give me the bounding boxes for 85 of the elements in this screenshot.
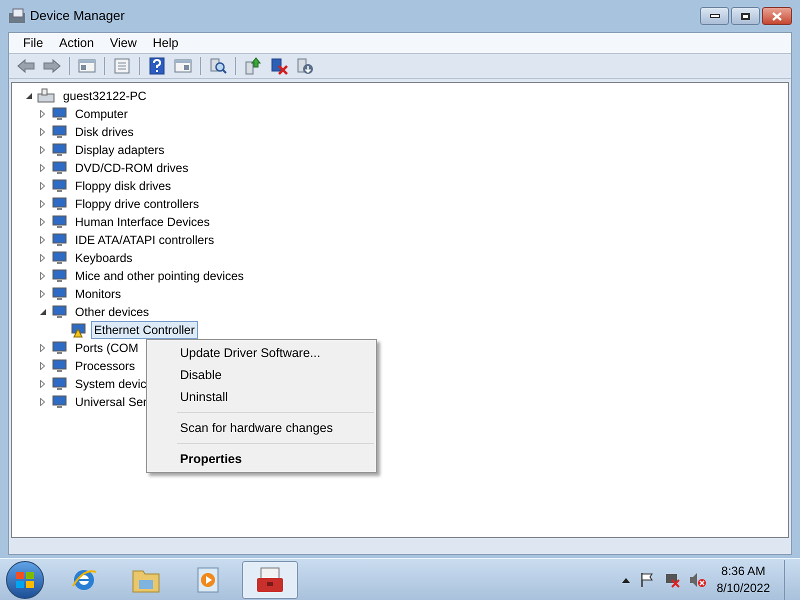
device-remove-icon (270, 57, 288, 75)
device-icon (50, 340, 68, 356)
minimize-button[interactable] (700, 7, 729, 25)
collapsed-arrow-icon[interactable] (40, 290, 45, 298)
context-menu-item[interactable]: Scan for hardware changes (147, 417, 376, 439)
maximize-button[interactable] (731, 7, 760, 25)
toolbox-icon (255, 566, 285, 594)
tree-item[interactable]: Ports (COM (72, 339, 142, 357)
tree-item[interactable]: Ethernet Controller (91, 321, 198, 339)
pane-icon (78, 58, 96, 74)
media-player-icon (195, 566, 221, 594)
device-icon (50, 196, 68, 212)
toolbox-icon (8, 8, 26, 24)
close-button[interactable] (762, 7, 792, 25)
tree-item[interactable]: Computer (72, 105, 131, 123)
window-title: Device Manager (30, 7, 125, 26)
collapsed-arrow-icon[interactable] (40, 272, 45, 280)
expanded-arrow-icon[interactable] (40, 309, 46, 315)
menu-item[interactable]: View (102, 34, 145, 52)
tree-item[interactable]: Processors (72, 357, 138, 375)
tree-item[interactable]: Display adapters (72, 141, 168, 159)
device-icon (50, 124, 68, 140)
tree-item[interactable]: Human Interface Devices (72, 213, 213, 231)
device-icon (50, 232, 68, 248)
tree-item[interactable]: Disk drives (72, 123, 137, 141)
device-icon (50, 286, 68, 302)
tree-item[interactable]: DVD/CD-ROM drives (72, 159, 192, 177)
collapsed-arrow-icon[interactable] (40, 146, 45, 154)
device-disable-icon (296, 57, 314, 75)
clock-date: 8/10/2022 (716, 580, 770, 596)
context-menu-item[interactable]: Update Driver Software... (147, 342, 376, 364)
collapsed-arrow-icon[interactable] (40, 362, 45, 370)
device-icon (50, 358, 68, 374)
device-icon (50, 250, 68, 266)
help-icon (149, 57, 165, 75)
tree-item[interactable]: System devic (72, 375, 150, 393)
device-icon (50, 160, 68, 176)
expanded-arrow-icon[interactable] (26, 93, 32, 99)
show-hidden-icons-icon[interactable] (620, 576, 631, 582)
device-icon (50, 178, 68, 194)
collapsed-arrow-icon[interactable] (40, 164, 45, 172)
tree-item[interactable]: Floppy disk drives (72, 177, 174, 195)
collapsed-arrow-icon[interactable] (40, 344, 45, 352)
collapsed-arrow-icon[interactable] (40, 380, 45, 388)
tree-item[interactable]: Mice and other pointing devices (72, 267, 247, 285)
flag-icon[interactable] (638, 572, 655, 588)
properties-icon (113, 58, 131, 74)
close-icon (772, 12, 782, 20)
tree-item[interactable]: Other devices (72, 303, 152, 321)
collapsed-arrow-icon[interactable] (40, 218, 45, 226)
speaker-muted-icon[interactable] (688, 572, 707, 588)
tree-item[interactable]: guest32122-PC (60, 87, 150, 105)
device-icon (50, 214, 68, 230)
menu-item[interactable]: Action (51, 34, 102, 52)
device-icon (50, 376, 68, 392)
context-menu-item[interactable]: Disable (147, 364, 376, 386)
device-icon (50, 394, 68, 410)
menu-item[interactable]: Help (144, 34, 186, 52)
tree-item[interactable]: IDE ATA/ATAPI controllers (72, 231, 218, 249)
start-button[interactable] (6, 560, 44, 598)
collapsed-arrow-icon[interactable] (40, 110, 45, 118)
collapsed-arrow-icon[interactable] (40, 398, 45, 406)
device-icon (50, 268, 68, 284)
computer-icon (36, 88, 56, 104)
device-icon (50, 142, 68, 158)
forward-arrow-icon (43, 58, 61, 74)
taskbar-button[interactable] (242, 560, 298, 598)
collapsed-arrow-icon[interactable] (40, 200, 45, 208)
windows-logo-icon (15, 570, 35, 588)
collapsed-arrow-icon[interactable] (40, 128, 45, 136)
tree-item[interactable]: Monitors (72, 285, 124, 303)
update-icon (244, 57, 262, 75)
menu-item[interactable]: File (15, 34, 52, 52)
tree-item[interactable]: Floppy drive controllers (72, 195, 202, 213)
collapsed-arrow-icon[interactable] (40, 254, 45, 262)
tree-item[interactable]: Keyboards (72, 249, 136, 267)
back-arrow-icon (17, 58, 35, 74)
scan-icon (209, 57, 227, 75)
device-icon (50, 304, 68, 320)
collapsed-arrow-icon[interactable] (40, 236, 45, 244)
device-icon (50, 106, 68, 122)
context-menu-item[interactable]: Properties (147, 448, 376, 470)
collapsed-arrow-icon[interactable] (40, 182, 45, 190)
clock-time: 8:36 AM (721, 562, 766, 580)
pane-icon (174, 58, 192, 74)
